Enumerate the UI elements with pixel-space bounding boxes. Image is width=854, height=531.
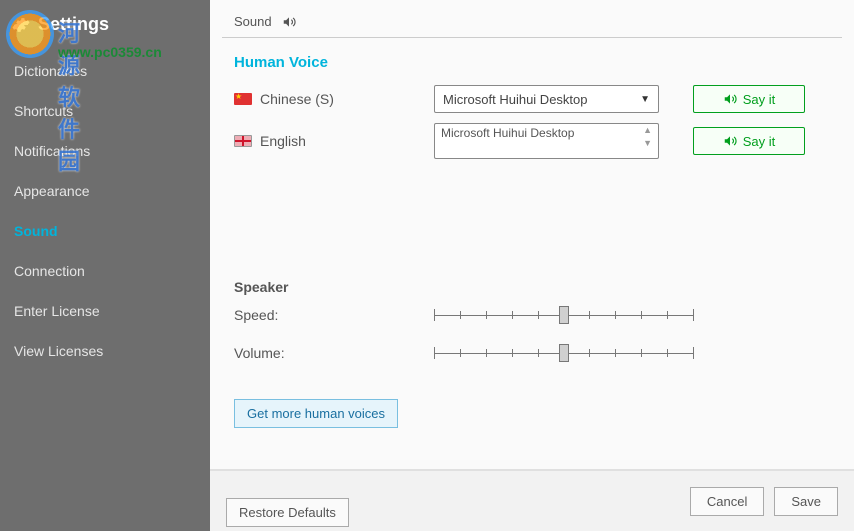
- sidebar-item-dictionaries[interactable]: Dictionaries: [0, 51, 210, 91]
- volume-label: Volume:: [234, 345, 434, 361]
- flag-cn-icon: [234, 93, 252, 105]
- page-title: Sound: [234, 14, 272, 29]
- sidebar-item-label: View Licenses: [14, 343, 103, 359]
- language-label-chinese: Chinese (S): [234, 91, 434, 107]
- sound-icon: [282, 15, 296, 29]
- sidebar-item-label: Connection: [14, 263, 85, 279]
- sidebar-item-label: Dictionaries: [14, 63, 87, 79]
- main-panel: Sound Human Voice Chinese (S) Microsoft …: [210, 0, 854, 531]
- speed-label: Speed:: [234, 307, 434, 323]
- volume-slider-thumb[interactable]: [559, 344, 569, 362]
- main-header: Sound: [210, 0, 854, 37]
- sidebar-item-view-licenses[interactable]: View Licenses: [0, 331, 210, 371]
- speaker-section: Speaker Speed: Volume:: [234, 279, 830, 428]
- sidebar-item-label: Sound: [14, 223, 58, 239]
- speed-row: Speed:: [234, 305, 830, 325]
- human-voice-title: Human Voice: [234, 54, 830, 71]
- sidebar-item-shortcuts[interactable]: Shortcuts: [0, 91, 210, 131]
- save-button[interactable]: Save: [774, 487, 838, 516]
- language-label-english: English: [234, 133, 434, 149]
- sidebar-item-appearance[interactable]: Appearance: [0, 171, 210, 211]
- sidebar: Settings Dictionaries Shortcuts Notifica…: [0, 0, 210, 531]
- sidebar-item-connection[interactable]: Connection: [0, 251, 210, 291]
- sidebar-item-sound[interactable]: Sound: [0, 211, 210, 251]
- voice-listbox-value: Microsoft Huihui Desktop: [441, 126, 574, 140]
- volume-slider[interactable]: [434, 343, 694, 363]
- voice-listbox-english[interactable]: Microsoft Huihui Desktop ▲ ▼: [434, 123, 659, 159]
- settings-window: Settings Dictionaries Shortcuts Notifica…: [0, 0, 854, 531]
- content: Human Voice Chinese (S) Microsoft Huihui…: [210, 48, 854, 469]
- say-it-button-chinese[interactable]: Say it: [693, 85, 805, 113]
- cancel-button[interactable]: Cancel: [690, 487, 764, 516]
- footer: Restore Defaults Cancel Save: [210, 469, 854, 531]
- voice-select-value: Microsoft Huihui Desktop: [443, 92, 588, 107]
- sidebar-item-notifications[interactable]: Notifications: [0, 131, 210, 171]
- voice-select-chinese[interactable]: Microsoft Huihui Desktop ▼: [434, 85, 659, 113]
- sidebar-item-label: Notifications: [14, 143, 90, 159]
- listbox-scroll-arrows[interactable]: ▲ ▼: [643, 126, 652, 148]
- sidebar-item-label: Enter License: [14, 303, 100, 319]
- chevron-down-icon: ▼: [640, 94, 650, 105]
- say-it-label: Say it: [743, 92, 776, 107]
- sidebar-title-text: Settings: [38, 14, 109, 35]
- restore-defaults-button[interactable]: Restore Defaults: [226, 498, 349, 527]
- language-text: Chinese (S): [260, 91, 334, 107]
- sidebar-item-label: Shortcuts: [14, 103, 73, 119]
- get-more-voices-button[interactable]: Get more human voices: [234, 399, 398, 428]
- say-it-label: Say it: [743, 134, 776, 149]
- speaker-title: Speaker: [234, 279, 830, 295]
- arrow-up-icon[interactable]: ▲: [643, 126, 652, 135]
- say-it-button-english[interactable]: Say it: [693, 127, 805, 155]
- sidebar-item-label: Appearance: [14, 183, 90, 199]
- arrow-down-icon[interactable]: ▼: [643, 139, 652, 148]
- sidebar-title: Settings: [0, 14, 210, 51]
- header-divider: [222, 37, 842, 38]
- sidebar-item-enter-license[interactable]: Enter License: [0, 291, 210, 331]
- language-text: English: [260, 133, 306, 149]
- speed-slider[interactable]: [434, 305, 694, 325]
- voice-row-english: English Microsoft Huihui Desktop ▲ ▼ Say…: [234, 123, 830, 159]
- speed-slider-thumb[interactable]: [559, 306, 569, 324]
- voice-row-chinese: Chinese (S) Microsoft Huihui Desktop ▼ S…: [234, 85, 830, 113]
- volume-row: Volume:: [234, 343, 830, 363]
- gear-icon: [12, 16, 30, 34]
- flag-gb-icon: [234, 135, 252, 147]
